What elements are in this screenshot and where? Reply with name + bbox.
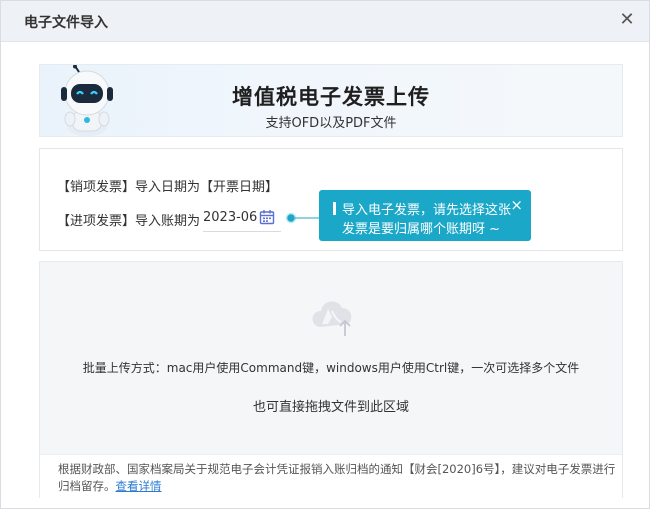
tooltip-close-icon[interactable]: × [510,196,523,214]
dialog-title: 电子文件导入 [24,15,108,31]
sales-invoice-rule: 【销项发票】导入日期为【开票日期】 [57,180,279,195]
archive-notice: 根据财政部、国家档案局关于规范电子会计凭证报销入账归档的通知【财会[2020]6… [40,454,622,499]
tooltip-accent-bar [333,202,336,215]
notice-text-line2-label: 归档留存。 [58,479,116,493]
dialog-header: 电子文件导入 ✕ [1,1,649,42]
import-info-panel: 【销项发票】导入日期为【开票日期】 【进项发票】导入账期为 2023-06 导入… [39,148,623,251]
tooltip-pointer-icon [286,212,320,224]
banner-subtitle: 支持OFD以及PDF文件 [265,116,397,131]
close-icon[interactable]: ✕ [616,9,638,31]
period-picker[interactable]: 2023-06 [203,205,281,232]
notice-text-line1: 根据财政部、国家档案局关于规范电子会计凭证报销入账归档的通知【财会[2020]6… [58,462,616,476]
upload-banner: 增值税电子发票上传 支持OFD以及PDF文件 [39,64,623,137]
cloud-upload-icon[interactable] [310,297,356,337]
file-dropzone[interactable]: 批量上传方式：mac用户使用Command键，windows用户使用Ctrl键，… [39,261,623,499]
import-dialog: 电子文件导入 ✕ 增值税电子发票上传 支持OFD以及PDF文件 【销项发票】导入… [0,0,650,509]
purchase-invoice-rule: 【进项发票】导入账期为 [57,214,201,229]
calendar-icon[interactable] [259,209,275,225]
period-value[interactable]: 2023-06 [203,210,257,225]
notice-text-line2: 归档留存。查看详情 [58,478,162,494]
drag-drop-hint: 也可直接拖拽文件到此区域 [252,400,409,415]
view-details-link[interactable]: 查看详情 [116,479,162,493]
banner-title: 增值税电子发票上传 [232,85,430,109]
tooltip-text-line1: 导入电子发票，请先选择这张 [342,203,512,218]
batch-upload-hint: 批量上传方式：mac用户使用Command键，windows用户使用Ctrl键，… [82,361,580,375]
tooltip-text-line2: 发票是要归属哪个账期呀 ~ [342,222,501,237]
guide-tooltip: 导入电子发票，请先选择这张 发票是要归属哪个账期呀 ~ × [319,190,531,241]
